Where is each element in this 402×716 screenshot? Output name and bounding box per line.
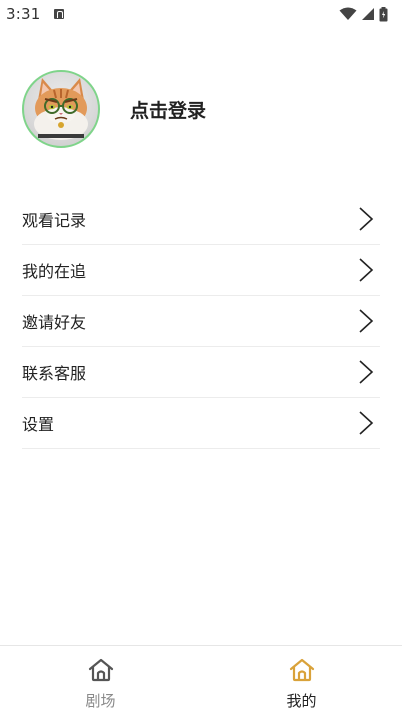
notification-icon bbox=[54, 9, 65, 19]
battery-icon bbox=[379, 6, 388, 21]
chevron-right-icon bbox=[359, 411, 374, 435]
menu-item-watch-history[interactable]: 观看记录 bbox=[22, 194, 380, 245]
menu-item-label: 设置 bbox=[22, 415, 55, 434]
tab-mine[interactable]: 我的 bbox=[201, 646, 402, 716]
menu-item-settings[interactable]: 设置 bbox=[22, 398, 380, 449]
chevron-right-icon bbox=[359, 360, 374, 384]
menu-item-label: 邀请好友 bbox=[22, 313, 87, 332]
home-icon bbox=[289, 658, 314, 682]
menu-item-customer-service[interactable]: 联系客服 bbox=[22, 347, 380, 398]
menu-item-label: 我的在追 bbox=[22, 262, 87, 281]
menu-item-following[interactable]: 我的在追 bbox=[22, 245, 380, 296]
chevron-right-icon bbox=[359, 258, 374, 282]
menu-item-label: 联系客服 bbox=[22, 364, 87, 383]
profile-screen: 3:31 点击登录 观看记录 我的在追 邀请好友 联系客服 设置 剧场 我的 bbox=[0, 0, 402, 716]
chevron-right-icon bbox=[359, 309, 374, 333]
signal-icon bbox=[362, 8, 374, 20]
cat-avatar-icon bbox=[34, 78, 88, 140]
menu-item-label: 观看记录 bbox=[22, 211, 87, 230]
home-icon bbox=[88, 658, 113, 682]
wifi-icon bbox=[339, 7, 357, 20]
bottom-tab-bar: 剧场 我的 bbox=[0, 645, 402, 716]
chevron-right-icon bbox=[359, 207, 374, 231]
menu-item-invite-friends[interactable]: 邀请好友 bbox=[22, 296, 380, 347]
status-right bbox=[339, 6, 388, 22]
user-avatar[interactable] bbox=[22, 70, 100, 148]
login-prompt[interactable]: 点击登录 bbox=[130, 96, 206, 123]
tab-label: 我的 bbox=[286, 692, 317, 710]
profile-header: 点击登录 bbox=[22, 70, 206, 148]
status-left: 3:31 bbox=[6, 5, 65, 23]
menu-list: 观看记录 我的在追 邀请好友 联系客服 设置 bbox=[22, 194, 380, 449]
status-bar: 3:31 bbox=[0, 0, 402, 28]
tab-theater[interactable]: 剧场 bbox=[0, 646, 201, 716]
tab-label: 剧场 bbox=[85, 692, 116, 710]
status-time: 3:31 bbox=[6, 5, 41, 23]
